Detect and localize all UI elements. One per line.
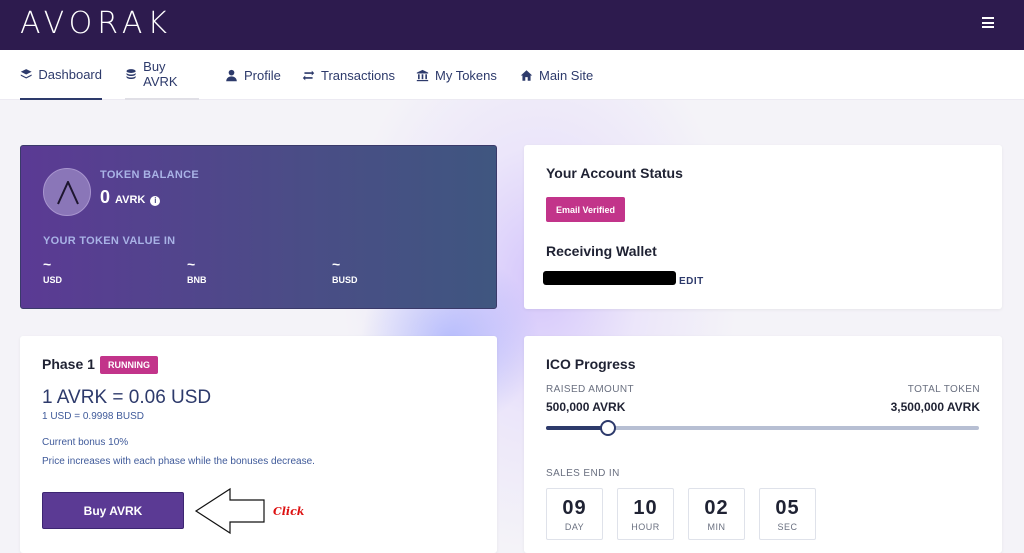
token-value-currency: BUSD	[332, 275, 358, 285]
total-token-label: TOTAL TOKEN	[907, 384, 980, 395]
nav-item-transactions[interactable]: Transactions	[302, 50, 395, 100]
raised-amount-label: RAISED AMOUNT	[546, 384, 634, 395]
click-annotation: Click	[273, 505, 305, 518]
token-value-amount: ~	[43, 256, 52, 272]
countdown-unit: MIN	[707, 522, 726, 532]
token-price-rate: 1 AVRK = 0.06 USD	[42, 387, 212, 408]
countdown-unit: SEC	[777, 522, 798, 532]
countdown-value: 05	[775, 497, 800, 519]
token-value-busd: ~ BUSD	[332, 257, 358, 285]
ico-progress-card: ICO Progress RAISED AMOUNT 500,000 AVRK …	[524, 336, 1002, 553]
countdown-unit: HOUR	[631, 522, 660, 532]
redacted-wallet-address	[543, 271, 676, 285]
nav-item-buy-avrk[interactable]: Buy AVRK	[125, 50, 199, 100]
nav-item-my-tokens[interactable]: My Tokens	[416, 50, 497, 100]
countdown-hour: 10 HOUR	[617, 488, 674, 540]
running-status-badge: RUNNING	[100, 356, 158, 374]
buy-avrk-button[interactable]: Buy AVRK	[42, 492, 184, 529]
token-value-label: YOUR TOKEN VALUE IN	[43, 235, 176, 247]
email-verified-badge: Email Verified	[546, 197, 625, 222]
phase-title: Phase 1	[42, 356, 95, 372]
token-logo	[43, 168, 91, 216]
ico-progress-track	[546, 420, 979, 436]
home-icon	[520, 69, 533, 81]
receiving-wallet-title: Receiving Wallet	[546, 243, 657, 259]
token-balance-amount: 0 AVRK i	[100, 187, 161, 208]
token-value-currency: BNB	[187, 275, 207, 285]
current-bonus: Current bonus 10%	[42, 437, 129, 448]
sales-end-label: SALES END IN	[546, 468, 620, 479]
nav-item-dashboard[interactable]: Dashboard	[20, 50, 102, 100]
nav-item-label: Dashboard	[38, 66, 102, 82]
token-balance-label: TOKEN BALANCE	[100, 169, 200, 181]
token-value-bnb: ~ BNB	[187, 257, 207, 285]
nav-item-label: Profile	[244, 67, 281, 83]
countdown-unit: DAY	[564, 522, 585, 532]
hamburger-menu-icon[interactable]	[982, 17, 994, 28]
main-nav: Dashboard Buy AVRK Profile Transactions …	[0, 50, 1024, 100]
token-value-currency: USD	[43, 275, 63, 285]
bank-icon	[416, 69, 429, 81]
phase-note: Price increases with each phase while th…	[42, 456, 315, 467]
token-value-usd: ~ USD	[43, 257, 62, 285]
countdown-value: 09	[562, 497, 587, 519]
ico-progress-thumb[interactable]	[599, 420, 616, 436]
left-arrow-annotation-icon	[194, 487, 265, 535]
nav-item-label: Buy AVRK	[143, 59, 178, 89]
avorak-lambda-icon	[57, 181, 79, 205]
layers-icon	[20, 68, 32, 78]
countdown-value: 02	[704, 497, 729, 519]
ico-progress-fill	[546, 426, 608, 430]
token-value-amount: ~	[187, 256, 196, 272]
token-value-amount: ~	[332, 256, 341, 272]
countdown-value: 10	[633, 497, 658, 519]
info-icon[interactable]: i	[150, 195, 161, 206]
busd-conversion: 1 USD = 0.9998 BUSD	[42, 411, 144, 422]
user-icon	[226, 69, 237, 81]
brand-logo[interactable]: AVORAK	[20, 6, 172, 41]
countdown-min: 02 MIN	[688, 488, 745, 540]
nav-item-main-site[interactable]: Main Site	[520, 50, 593, 100]
countdown-sec: 05 SEC	[759, 488, 816, 540]
nav-item-label: My Tokens	[435, 67, 497, 83]
balance-unit: AVRK	[115, 194, 146, 206]
total-token-value: 3,500,000 AVRK	[890, 400, 980, 414]
exchange-icon	[302, 70, 315, 80]
countdown-day: 09 DAY	[546, 488, 603, 540]
account-status-title: Your Account Status	[546, 165, 683, 181]
token-balance-card: TOKEN BALANCE 0 AVRK i YOUR TOKEN VALUE …	[20, 145, 497, 309]
nav-item-profile[interactable]: Profile	[225, 50, 281, 100]
nav-item-label: Main Site	[539, 67, 594, 83]
raised-amount-value: 500,000 AVRK	[546, 400, 626, 414]
ico-progress-title: ICO Progress	[546, 356, 636, 372]
balance-number: 0	[100, 187, 111, 207]
edit-wallet-link[interactable]: EDIT	[679, 276, 704, 287]
coins-icon	[126, 68, 136, 79]
top-bar: AVORAK	[0, 0, 1024, 50]
nav-item-label: Transactions	[321, 67, 395, 83]
